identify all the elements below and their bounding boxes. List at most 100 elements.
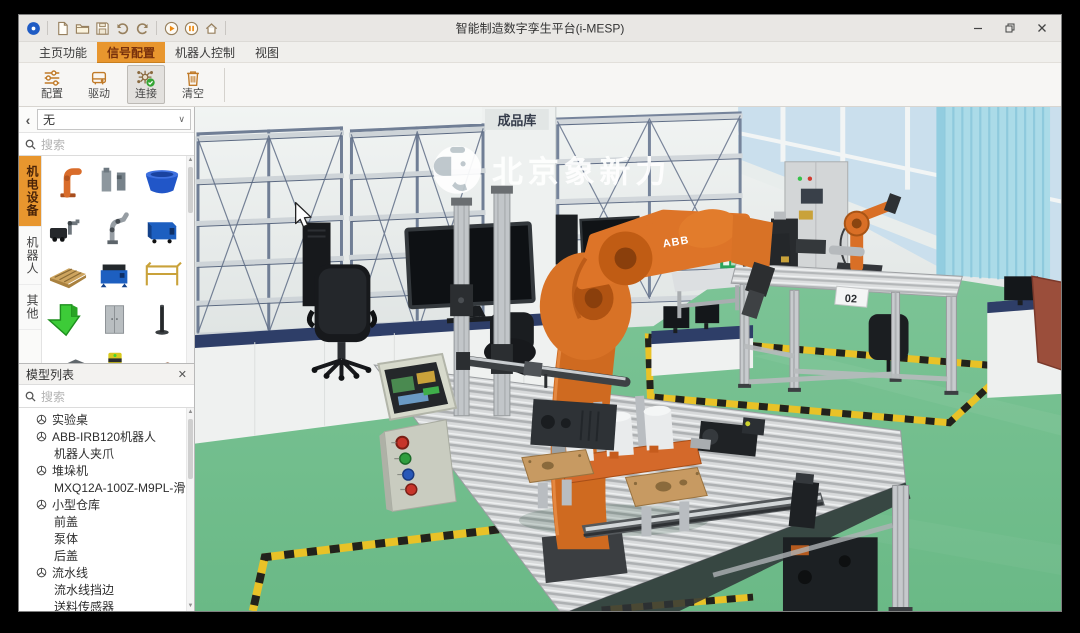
toolbar-separator: [156, 21, 157, 35]
pause-icon[interactable]: [181, 18, 201, 38]
connect-icon: [136, 68, 156, 88]
model-thumbnail-metal-frame-rack[interactable]: [139, 251, 185, 296]
model-tree-item[interactable]: 流水线挡边: [19, 581, 194, 598]
close-icon[interactable]: ✕: [178, 368, 187, 381]
play-icon[interactable]: [161, 18, 181, 38]
model-thumbnail-gray-cobot[interactable]: [92, 205, 138, 250]
library-body: 机电设备机器人其他 ▲: [19, 156, 194, 363]
ribbon-button-label: 连接: [135, 88, 157, 101]
tab-robot-control[interactable]: 机器人控制: [165, 42, 245, 62]
sliders-icon: [42, 68, 62, 88]
ribbon-toolbar: 配置 驱动连接 清空: [19, 63, 1061, 107]
category-tab-others[interactable]: 其他: [19, 285, 41, 330]
trash-icon: [183, 68, 203, 88]
library-search-box[interactable]: 搜索: [19, 133, 194, 156]
app-logo-icon: [23, 18, 43, 38]
model-tree-item[interactable]: 实验桌: [19, 411, 194, 428]
model-thumbnail-grid: [42, 156, 194, 363]
ribbon-button-label: 配置: [41, 88, 63, 101]
tree-scrollbar[interactable]: ▲ ▼: [186, 408, 194, 611]
model-tree-item[interactable]: MXQ12A-100Z-M9PL-滑台气缸: [19, 479, 194, 496]
search-placeholder: 搜索: [41, 388, 65, 405]
model-thumbnail-gray-conveyor[interactable]: [45, 343, 91, 363]
model-thumbnail-orange-robot-arm[interactable]: [45, 159, 91, 204]
model-thumbnail-black-pole[interactable]: [139, 297, 185, 342]
maximize-button[interactable]: [995, 18, 1025, 38]
model-list-header: 模型列表 ✕: [19, 364, 194, 385]
ribbon-tabs: 主页功能信号配置机器人控制视图: [19, 42, 1061, 63]
main-area: ‹ 无 ∨ 搜索 机电设备机器人其他 ▲: [19, 107, 1061, 611]
tab-signal-config[interactable]: 信号配置: [97, 42, 165, 62]
scene-svg: 成品库: [195, 107, 1061, 611]
viewport-3d[interactable]: 成品库: [195, 107, 1061, 611]
category-tab-robots[interactable]: 机器人: [19, 227, 41, 285]
model-tree-item[interactable]: 泵体: [19, 530, 194, 547]
model-tree-item[interactable]: 机器人夹爪: [19, 445, 194, 462]
drive-button[interactable]: 驱动: [80, 65, 118, 104]
drive-icon: [89, 68, 109, 88]
model-thumbnail-blue-stacker[interactable]: [92, 251, 138, 296]
machine-icon: [36, 414, 47, 425]
model-thumbnail-blue-machine-cart[interactable]: [139, 205, 185, 250]
toolbar-separator: [225, 21, 226, 35]
tab-view[interactable]: 视图: [245, 42, 289, 62]
category-tabs: 机电设备机器人其他: [19, 156, 42, 363]
scroll-up-icon[interactable]: ▲: [187, 156, 194, 165]
model-tree-item[interactable]: 后盖: [19, 547, 194, 564]
open-folder-icon[interactable]: [72, 18, 92, 38]
scroll-down-icon[interactable]: ▼: [187, 602, 194, 611]
model-thumbnail-gray-fixture-pair[interactable]: [92, 159, 138, 204]
tab-home[interactable]: 主页功能: [29, 42, 97, 62]
model-library-sidebar: ‹ 无 ∨ 搜索 机电设备机器人其他 ▲: [19, 107, 195, 611]
configure-button[interactable]: 配置: [33, 65, 71, 104]
search-icon: [25, 391, 36, 402]
connect-button[interactable]: 连接: [127, 65, 165, 104]
window-controls: [963, 18, 1057, 38]
close-button[interactable]: [1027, 18, 1057, 38]
model-tree: 实验桌ABB-IRB120机器人机器人夹爪堆垛机MXQ12A-100Z-M9PL…: [19, 408, 194, 611]
clear-button[interactable]: 清空: [174, 65, 212, 104]
thumbnail-scrollbar[interactable]: ▲: [186, 156, 194, 363]
undo-icon[interactable]: [112, 18, 132, 38]
toolbar-separator: [47, 21, 48, 35]
model-tree-item[interactable]: 小型仓库: [19, 496, 194, 513]
svg-text:02: 02: [844, 293, 857, 306]
new-file-icon[interactable]: [52, 18, 72, 38]
home-icon[interactable]: [201, 18, 221, 38]
library-filter-value: 无: [43, 111, 55, 128]
scroll-up-icon[interactable]: ▲: [187, 408, 194, 417]
machine-icon: [36, 567, 47, 578]
model-tree-label: 流水线挡边: [54, 581, 114, 598]
model-list-search-box[interactable]: 搜索: [19, 385, 194, 408]
category-tab-electromech[interactable]: 机电设备: [19, 156, 41, 227]
model-tree-label: 机器人夹爪: [54, 445, 114, 462]
model-thumbnail-wooden-pallet[interactable]: [45, 251, 91, 296]
model-tree-item[interactable]: 堆垛机: [19, 462, 194, 479]
model-tree-label: 小型仓库: [52, 496, 100, 513]
machine-icon: [36, 499, 47, 510]
model-tree-label: 堆垛机: [52, 462, 88, 479]
save-file-icon[interactable]: [92, 18, 112, 38]
model-thumbnail-green-arrow[interactable]: [45, 297, 91, 342]
scrollbar-thumb[interactable]: [188, 419, 193, 479]
collapse-sidebar-button[interactable]: ‹: [22, 112, 34, 128]
model-tree-item[interactable]: 流水线: [19, 564, 194, 581]
svg-text:成品库: 成品库: [497, 113, 536, 128]
scrollbar-thumb[interactable]: [188, 167, 193, 213]
model-thumbnail-brown-block[interactable]: [139, 343, 185, 363]
search-placeholder: 搜索: [41, 136, 65, 153]
model-thumbnail-blue-tub[interactable]: [139, 159, 185, 204]
warehouse-sign: 成品库: [485, 109, 549, 130]
model-tree-item[interactable]: 送料传感器: [19, 598, 194, 611]
model-tree-label: 后盖: [54, 547, 78, 564]
minimize-button[interactable]: [963, 18, 993, 38]
model-tree-item[interactable]: 前盖: [19, 513, 194, 530]
machine-icon: [36, 431, 47, 442]
model-thumbnail-gray-cabinet[interactable]: [92, 297, 138, 342]
redo-icon[interactable]: [132, 18, 152, 38]
library-filter-dropdown[interactable]: 无 ∨: [37, 109, 191, 130]
model-tree-item[interactable]: ABB-IRB120机器人: [19, 428, 194, 445]
model-thumbnail-yellow-sensor[interactable]: [92, 343, 138, 363]
svg-text:北京象新力: 北京象新力: [492, 155, 671, 190]
model-thumbnail-agv-with-arm[interactable]: [45, 205, 91, 250]
